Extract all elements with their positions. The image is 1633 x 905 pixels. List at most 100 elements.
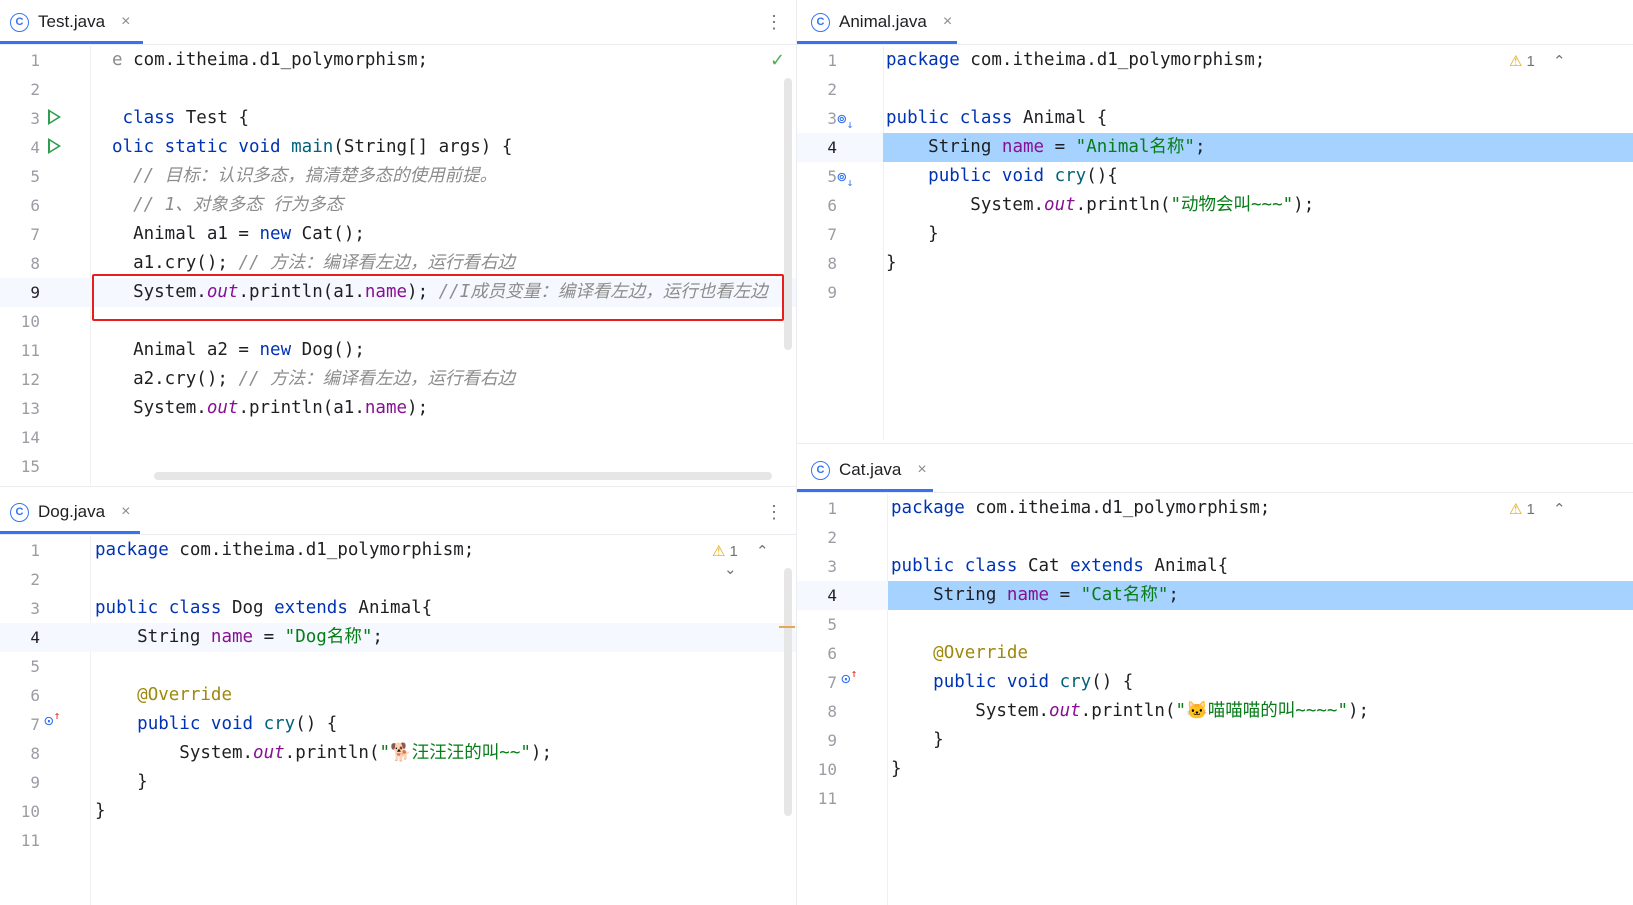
close-icon[interactable]: × [917,461,926,479]
code-line[interactable]: 6 @Override [0,681,796,710]
code-line[interactable]: 1 package com.itheima.d1_polymorphism; [797,46,1633,75]
code-line[interactable]: 1 e com.itheima.d1_polymorphism; [0,46,796,75]
more-options-icon[interactable]: ⋮ [765,502,783,523]
code-text[interactable]: // 1、对象多态 行为多态 [112,191,343,220]
code-text[interactable]: } [886,220,939,249]
code-text[interactable]: } [891,726,944,755]
code-line[interactable]: 8 System.out.println("🐕汪汪汪的叫~~"); [0,739,796,768]
close-icon[interactable]: × [943,13,952,31]
code-line[interactable]: 11 Animal a2 = new Dog(); [0,336,796,365]
code-line[interactable]: 3 class Test { [0,104,796,133]
override-method-icon[interactable]: ⊙↑ [841,667,857,688]
horizontal-scrollbar[interactable] [154,472,772,480]
code-text[interactable]: System.out.println("🐕汪汪汪的叫~~"); [95,739,552,768]
code-text[interactable]: olic static void main(String[] args) { [112,133,512,162]
more-options-icon[interactable]: ⋮ [765,12,783,33]
code-text[interactable]: a2.cry(); // 方法：编译看左边，运行看右边 [112,365,515,394]
code-text[interactable]: package com.itheima.d1_polymorphism; [891,494,1270,523]
more-options-icon[interactable]: ⋮ [1625,460,1633,481]
code-line[interactable]: 4 String name = "Animal名称"; [797,133,1633,162]
code-line[interactable]: 11 [797,784,1633,813]
code-line[interactable]: 1 package com.itheima.d1_polymorphism; [0,536,796,565]
vertical-scrollbar[interactable] [784,78,792,350]
implemented-method-icon[interactable]: ⊚↓ [837,109,853,131]
code-line[interactable]: 8 System.out.println("🐱喵喵喵的叫~~~~"); [797,697,1633,726]
code-text[interactable]: } [95,797,106,826]
code-line[interactable]: 7 Animal a1 = new Cat(); [0,220,796,249]
code-line[interactable]: 7 public void cry() { [797,668,1633,697]
tab-cat-java[interactable]: C Cat.java × [811,448,927,492]
code-line[interactable]: 11 [0,826,796,855]
tab-dog-java[interactable]: C Dog.java × [10,490,130,534]
code-line[interactable]: 9 } [797,726,1633,755]
code-line[interactable]: 3 public class Cat extends Animal{ [797,552,1633,581]
code-text[interactable]: } [886,249,897,278]
code-line[interactable]: 7 } [797,220,1633,249]
code-text[interactable]: public class Animal { [886,104,1107,133]
code-line[interactable]: 7 public void cry() { [0,710,796,739]
code-line[interactable]: 8} [797,249,1633,278]
run-icon[interactable] [48,138,61,154]
pane-divider[interactable] [797,443,1633,444]
close-icon[interactable]: × [121,13,130,31]
close-icon[interactable]: × [121,503,130,521]
code-line[interactable]: 5 public void cry(){ [797,162,1633,191]
code-text[interactable]: String name = "Cat名称"; [891,581,1179,610]
code-text[interactable]: public void cry() { [891,668,1133,697]
code-line[interactable]: 14 [0,423,796,452]
code-line[interactable]: 5 // 目标：认识多态，搞清楚多态的使用前提。 [0,162,796,191]
code-line[interactable]: 3 public class Animal { [797,104,1633,133]
implemented-method-icon[interactable]: ⊚↓ [837,167,853,189]
code-line[interactable]: 9 } [0,768,796,797]
code-token: Dog(); [301,340,365,360]
code-text[interactable]: System.out.println("🐱喵喵喵的叫~~~~"); [891,697,1369,726]
tab-animal-java[interactable]: C Animal.java × [811,0,952,44]
code-text[interactable]: package com.itheima.d1_polymorphism; [886,46,1265,75]
code-text[interactable]: public void cry() { [95,710,337,739]
code-line[interactable]: 6 @Override [797,639,1633,668]
code-line[interactable]: 1 package com.itheima.d1_polymorphism; [797,494,1633,523]
code-text[interactable]: public void cry(){ [886,162,1118,191]
code-text[interactable]: public class Cat extends Animal{ [891,552,1228,581]
code-text[interactable]: class Test { [112,104,249,133]
vertical-scrollbar[interactable] [784,568,792,816]
code-line[interactable]: 6 // 1、对象多态 行为多态 [0,191,796,220]
code-line[interactable]: 4 String name = "Dog名称"; [0,623,796,652]
code-line[interactable]: 12 a2.cry(); // 方法：编译看左边，运行看右边 [0,365,796,394]
class-file-icon: C [811,12,830,32]
code-text[interactable]: package com.itheima.d1_polymorphism; [95,536,474,565]
code-text[interactable]: } [95,768,148,797]
code-line[interactable]: 5 [797,610,1633,639]
code-text[interactable]: } [891,755,902,784]
code-token: a2.cry(); [112,369,239,389]
code-line[interactable]: 2 [0,565,796,594]
code-line[interactable]: 10} [0,797,796,826]
run-icon[interactable] [48,109,61,125]
code-line[interactable]: 2 [797,523,1633,552]
code-line[interactable]: 3 public class Dog extends Animal{ [0,594,796,623]
code-text[interactable]: System.out.println(a1.name); [112,394,428,423]
code-text[interactable]: @Override [95,681,232,710]
code-text[interactable]: String name = "Animal名称"; [886,133,1205,162]
code-line[interactable]: 4 olic static void main(String[] args) { [0,133,796,162]
override-method-icon[interactable]: ⊙↑ [44,709,60,730]
pane-divider[interactable] [0,486,796,487]
code-text[interactable]: // 目标：认识多态，搞清楚多态的使用前提。 [112,162,497,191]
code-token: Cat [1027,556,1071,576]
code-line[interactable]: 9 [797,278,1633,307]
code-text[interactable]: System.out.println("动物会叫~~~"); [886,191,1314,220]
code-line[interactable]: 2 [797,75,1633,104]
code-text[interactable]: Animal a2 = new Dog(); [112,336,365,365]
code-line[interactable]: 6 System.out.println("动物会叫~~~"); [797,191,1633,220]
code-line[interactable]: 2 [0,75,796,104]
code-line[interactable]: 10} [797,755,1633,784]
code-line[interactable]: 13 System.out.println(a1.name); [0,394,796,423]
code-text[interactable]: e com.itheima.d1_polymorphism; [112,46,428,75]
tab-test-java[interactable]: C Test.java × [10,0,130,44]
code-text[interactable]: String name = "Dog名称"; [95,623,383,652]
code-line[interactable]: 5 [0,652,796,681]
code-text[interactable]: public class Dog extends Animal{ [95,594,432,623]
code-line[interactable]: 4 String name = "Cat名称"; [797,581,1633,610]
code-text[interactable]: @Override [891,639,1028,668]
code-text[interactable]: Animal a1 = new Cat(); [112,220,365,249]
